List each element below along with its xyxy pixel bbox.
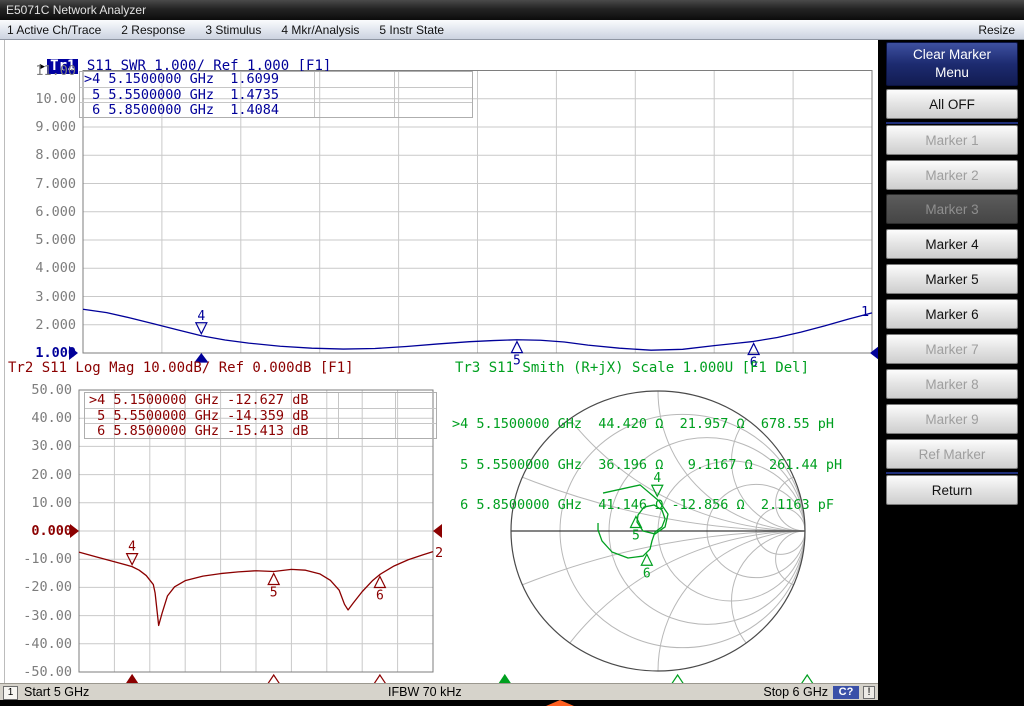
- start-frequency-label: Start 5 GHz: [24, 685, 89, 700]
- window-title: E5071C Network Analyzer: [6, 3, 146, 17]
- tr2-ytick: -20.00: [2, 580, 72, 594]
- tr2-ref-tick: 0.000: [2, 524, 72, 538]
- alert-indicator[interactable]: !: [863, 686, 875, 699]
- sweep-indicator-icon: [546, 700, 574, 706]
- table-divider: [338, 393, 339, 438]
- tr2-marker-table: >4 5.1500000 GHz -12.627 dB 5 5.5500000 …: [84, 392, 437, 439]
- tr1-ytick: 3.000: [6, 290, 76, 304]
- tr1-header[interactable]: ▶Tr1 S11 SWR 1.000/ Ref 1.000 [F1]: [6, 44, 331, 59]
- tr1-ytick: 2.000: [6, 318, 76, 332]
- tr2-ytick: 30.00: [2, 439, 72, 453]
- tr1-marker-row: 5 5.5500000 GHz 1.4735: [80, 87, 472, 102]
- menu-stimulus[interactable]: 3 Stimulus: [198, 23, 274, 37]
- tr2-ytick: -30.00: [2, 609, 72, 623]
- softkey-menu-title-line2: Menu: [935, 64, 969, 82]
- menu-mkr-analysis[interactable]: 4 Mkr/Analysis: [274, 23, 372, 37]
- softkey-separator: [886, 472, 1018, 474]
- tr1-marker-row: 6 5.8500000 GHz 1.4084: [80, 102, 472, 117]
- tr2-ytick: 50.00: [2, 383, 72, 397]
- tr3-marker-readout: >4 5.1500000 GHz 44.420 Ω 21.957 Ω 678.5…: [452, 391, 842, 540]
- marker-1-button[interactable]: Marker 1: [886, 125, 1018, 155]
- tr2-ytick: 10.00: [2, 496, 72, 510]
- tr3-marker-row: 6 5.8500000 GHz 41.146 Ω -12.856 Ω 2.116…: [452, 499, 842, 513]
- marker-9-button[interactable]: Marker 9: [886, 404, 1018, 434]
- table-divider: [394, 72, 395, 117]
- marker-7-button[interactable]: Marker 7: [886, 334, 1018, 364]
- softkey-menu-title-line1: Clear Marker: [913, 46, 991, 64]
- menu-response[interactable]: 2 Response: [114, 23, 198, 37]
- tr2-ytick: 20.00: [2, 468, 72, 482]
- menu-instr-state[interactable]: 5 Instr State: [372, 23, 457, 37]
- tr2-marker-row: 6 5.8500000 GHz -15.413 dB: [85, 423, 436, 438]
- ref-marker-button[interactable]: Ref Marker: [886, 439, 1018, 469]
- tr1-ytick: 4.000: [6, 261, 76, 275]
- tr2-ytick: -10.00: [2, 552, 72, 566]
- menu-bar: 1 Active Ch/Trace 2 Response 3 Stimulus …: [0, 20, 1024, 40]
- ifbw-label: IFBW 70 kHz: [388, 685, 462, 700]
- tr2-ytick: -50.00: [2, 665, 72, 679]
- tr1-ytick: 7.000: [6, 177, 76, 191]
- marker-4-button[interactable]: Marker 4: [886, 229, 1018, 259]
- window-titlebar: E5071C Network Analyzer: [0, 0, 1024, 20]
- tr1-marker-table: >4 5.1500000 GHz 1.6099 5 5.5500000 GHz …: [79, 71, 473, 118]
- correction-status-badge: C?: [833, 686, 859, 699]
- softkey-separator: [886, 122, 1018, 124]
- tr1-ytick: 10.00: [6, 92, 76, 106]
- tr3-header[interactable]: Tr3 S11 Smith (R+jX) Scale 1.000U [F1 De…: [455, 361, 809, 376]
- tr3-marker-row: >4 5.1500000 GHz 44.420 Ω 21.957 Ω 678.5…: [452, 418, 842, 432]
- softkey-menu-title: Clear Marker Menu: [886, 42, 1018, 86]
- tr2-trace-number: 2: [435, 545, 443, 561]
- return-button[interactable]: Return: [886, 475, 1018, 505]
- instrument-screen: E5071C Network Analyzer 1 Active Ch/Trac…: [0, 0, 1024, 706]
- tr1-ref-tick: 1.000: [6, 346, 76, 360]
- tr1-ytick: 11.00: [6, 64, 76, 78]
- tr1-ytick: 9.000: [6, 120, 76, 134]
- table-divider: [314, 72, 315, 117]
- tr2-header[interactable]: Tr2 S11 Log Mag 10.00dB/ Ref 0.000dB [F1…: [8, 361, 354, 376]
- channel-number-box: 1: [3, 686, 18, 700]
- stop-frequency-label: Stop 6 GHz: [763, 685, 828, 700]
- tr1-ytick: 5.000: [6, 233, 76, 247]
- marker-8-button[interactable]: Marker 8: [886, 369, 1018, 399]
- tr2-marker-row: >4 5.1500000 GHz -12.627 dB: [85, 393, 436, 408]
- resize-button[interactable]: Resize: [971, 23, 1024, 37]
- table-divider: [395, 393, 396, 438]
- marker-6-button[interactable]: Marker 6: [886, 299, 1018, 329]
- tr2-ytick: -40.00: [2, 637, 72, 651]
- all-off-button[interactable]: All OFF: [886, 89, 1018, 119]
- tr1-trace-number: 1: [861, 304, 869, 320]
- softkey-sidebar: Clear Marker Menu All OFF Marker 1 Marke…: [878, 40, 1024, 706]
- marker-3-button[interactable]: Marker 3: [886, 194, 1018, 224]
- tr3-marker-row: 5 5.5500000 GHz 36.196 Ω 9.1167 Ω 261.44…: [452, 459, 842, 473]
- menu-active-ch-trace[interactable]: 1 Active Ch/Trace: [0, 23, 114, 37]
- tr1-ytick: 6.000: [6, 205, 76, 219]
- marker-2-button[interactable]: Marker 2: [886, 160, 1018, 190]
- status-bar: 1 Start 5 GHz IFBW 70 kHz Stop 6 GHz C? …: [0, 683, 878, 700]
- bottom-strip: [0, 700, 1024, 706]
- tr1-marker-row: >4 5.1500000 GHz 1.6099: [80, 72, 472, 87]
- marker-5-button[interactable]: Marker 5: [886, 264, 1018, 294]
- tr1-ytick: 8.000: [6, 148, 76, 162]
- tr2-ytick: 40.00: [2, 411, 72, 425]
- tr2-marker-row: 5 5.5500000 GHz -14.359 dB: [85, 408, 436, 423]
